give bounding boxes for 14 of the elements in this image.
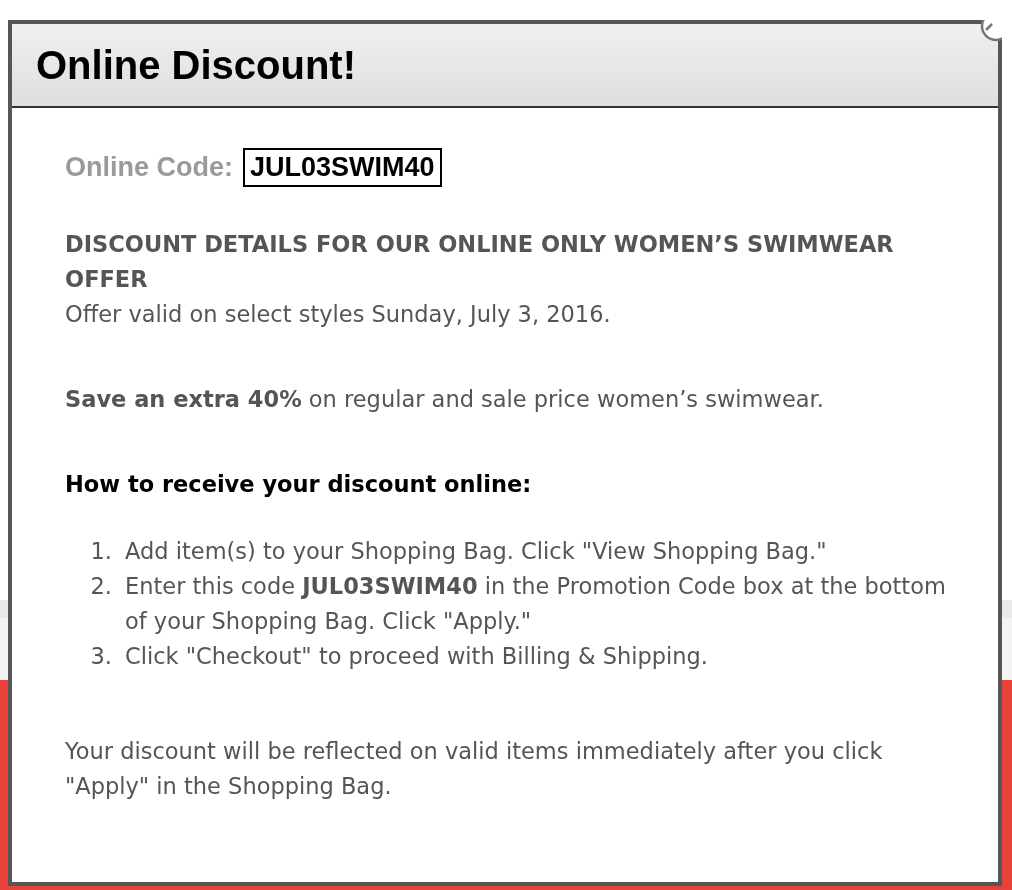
step-number: 3. (89, 642, 113, 671)
promo-code: JUL03SWIM40 (243, 148, 442, 187)
steps-heading: How to receive your discount online: (65, 470, 533, 499)
validity-text: Offer valid on select styles Sunday, July 3, 2016. (65, 300, 612, 329)
details-heading: DISCOUNT DETAILS FOR OUR ONLINE ONLY WOMEN’S SWIMWEAR OFFER (65, 230, 895, 294)
step-text: Click "Checkout" to proceed with Billing & Shipping. (125, 642, 709, 671)
step-text: Add item(s) to your Shopping Bag. Click "View Shopping Bag." (125, 537, 828, 566)
code-label: Online Code: (65, 152, 233, 183)
step-number: 1. (89, 537, 113, 566)
dialog-title: Online Discount! (36, 42, 356, 88)
footer-note: Your discount will be reflected on valid items immediately after you click "Apply" in the Shopping Bag. (65, 737, 884, 801)
offer-text: Save an extra 40% on regular and sale price women’s swimwear. (65, 385, 825, 414)
step-text: Enter this code JUL03SWIM40 in the Promotion Code box at the bottom of your Shopping Bag. Click "Apply." (125, 572, 947, 636)
step-number: 2. (89, 572, 113, 601)
